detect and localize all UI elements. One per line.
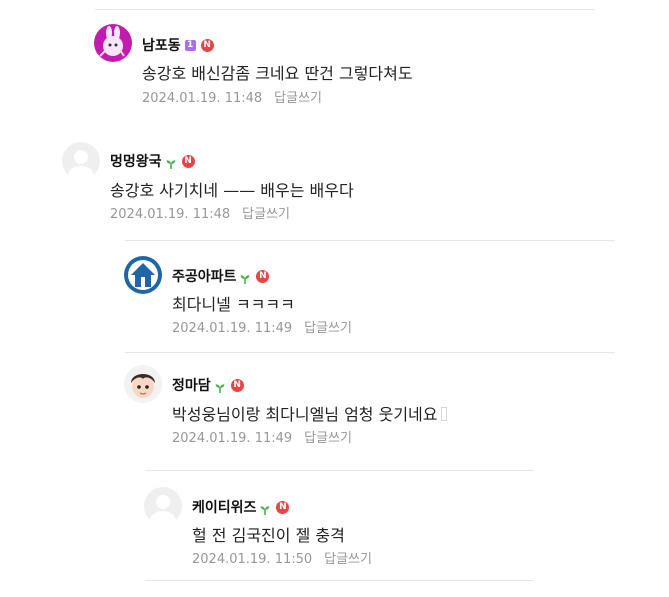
comment-date: 2024.01.19. 11:48 [142, 91, 263, 106]
level-badge-icon: 1 [184, 39, 196, 51]
sprout-badge-icon [214, 379, 226, 393]
new-badge-icon: N [256, 269, 270, 283]
divider [125, 240, 615, 241]
comment-text: 송강호 사기치네 —— 배우는 배우다 [110, 181, 354, 200]
new-badge-icon: N [276, 500, 290, 514]
reply-button[interactable]: 답글쓰기 [242, 207, 290, 222]
divider [95, 9, 595, 10]
divider [145, 470, 533, 471]
divider [125, 352, 615, 353]
blue-house-logo-avatar-icon[interactable] [124, 256, 162, 294]
new-badge-icon: N [181, 154, 195, 168]
default-user-avatar-icon[interactable] [62, 142, 100, 180]
divider [145, 580, 533, 581]
comment-date: 2024.01.19. 11:49 [172, 321, 293, 336]
comment-date: 2024.01.19. 11:49 [172, 431, 293, 446]
reply-button[interactable]: 답글쓰기 [324, 552, 372, 567]
new-badge-icon: N [230, 378, 244, 392]
comment-text: 박성웅님이랑 최다니엘님 엄청 웃기네요 [172, 405, 438, 424]
sprout-badge-icon [239, 270, 251, 284]
comment-date: 2024.01.19. 11:50 [192, 552, 313, 567]
sprout-badge-icon [259, 501, 271, 515]
reply-button[interactable]: 답글쓰기 [304, 321, 352, 336]
nickname[interactable]: 남포동 [142, 35, 181, 55]
nickname[interactable]: 케이티위즈 [192, 497, 256, 517]
comment-date: 2024.01.19. 11:48 [110, 207, 231, 222]
comment-list: 남포동 1 N 송강호 배신감좀 크네요 딴건 그렇다쳐도 2024.01.19… [0, 0, 669, 597]
sprout-badge-icon [165, 155, 177, 169]
cartoon-face-avatar-icon[interactable] [124, 365, 162, 403]
pink-bunny-avatar-icon[interactable] [94, 24, 132, 62]
comment-text: 헐 전 김국진이 젤 충격 [192, 526, 345, 545]
comment-text: 송강호 배신감좀 크네요 딴건 그렇다쳐도 [142, 64, 413, 83]
reply-button[interactable]: 답글쓰기 [274, 91, 322, 106]
nickname[interactable]: 주공아파트 [172, 266, 236, 286]
reply-button[interactable]: 답글쓰기 [304, 431, 352, 446]
new-badge-icon: N [200, 38, 214, 52]
comment-text: 최다니넬 ㅋㅋㅋㅋ [172, 295, 295, 314]
nickname[interactable]: 정마담 [172, 375, 211, 395]
default-user-avatar-icon[interactable] [144, 487, 182, 525]
nickname[interactable]: 멍멍왕국 [110, 151, 162, 171]
unknown-glyph-icon [440, 407, 447, 421]
